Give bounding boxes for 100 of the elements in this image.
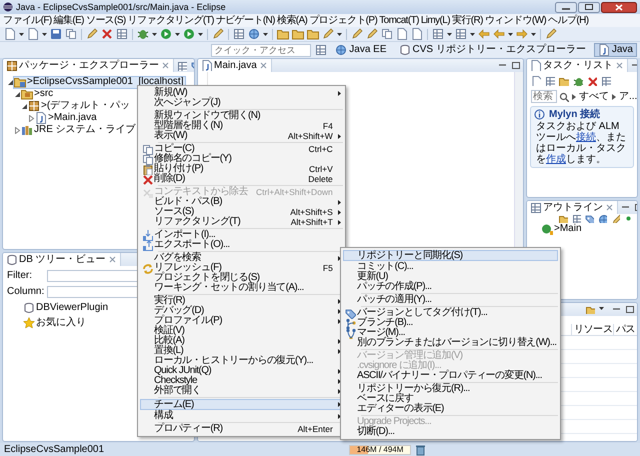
filter-link[interactable]: ア... — [619, 90, 637, 102]
menu-item[interactable]: ヘルプ(H) — [547, 14, 590, 26]
filter-link[interactable]: すべて — [579, 90, 609, 102]
link[interactable]: 接続 — [576, 132, 596, 142]
globe-icon[interactable] — [248, 28, 260, 40]
menu-item[interactable]: リファクタリング(T) Alt+Shift+T — [140, 217, 343, 227]
perspective-button[interactable]: Java — [594, 43, 637, 57]
menu-item[interactable]: 削除(D) Delete — [140, 174, 343, 184]
menu-item[interactable]: 修飾名のコピー(Y) — [140, 154, 343, 164]
tree-item[interactable]: >Main.java — [35, 112, 99, 124]
search-field[interactable]: 検索 — [531, 90, 557, 103]
menu-item[interactable]: ファイル(F) — [2, 14, 53, 26]
caret-icon[interactable] — [531, 31, 536, 37]
menu-item[interactable]: Limy(L) — [420, 14, 451, 26]
menu-item[interactable]: チーム(E) — [140, 399, 343, 410]
caret-icon[interactable] — [263, 31, 268, 37]
menu-item[interactable]: リポジトリーから復元(R)... — [343, 384, 558, 394]
menu-item[interactable]: ブランチ(B)... — [343, 318, 558, 328]
menu-item[interactable]: ウィンドウ(W) — [484, 14, 548, 26]
menu-item[interactable]: 型階層を開く(N) F4 — [140, 121, 343, 131]
tab-close-icon[interactable] — [161, 61, 170, 70]
menu-item[interactable]: プロパティー(R) Alt+Enter — [140, 424, 343, 434]
menu-item[interactable]: Quick JUnit(Q) — [140, 366, 343, 376]
maximize-icon[interactable] — [511, 61, 520, 70]
grid-icon[interactable] — [432, 28, 444, 40]
copy-icon[interactable] — [381, 28, 393, 40]
tab-close-icon[interactable] — [615, 61, 624, 70]
grid-icon[interactable] — [233, 28, 245, 40]
menu-item[interactable]: プロジェクト(P) — [308, 14, 378, 26]
menu-item[interactable]: 新規(W) — [140, 88, 343, 98]
view-tab[interactable]: タスク・リスト — [527, 59, 628, 72]
menu-item[interactable]: 貼り付け(P) Ctrl+V — [140, 164, 343, 174]
collapse-all-icon[interactable] — [177, 60, 187, 70]
menu-item[interactable]: リポジトリーと同期化(S) — [343, 250, 558, 261]
caret-icon[interactable] — [447, 31, 452, 37]
tree-item[interactable]: >(デフォルト・パッ — [28, 100, 132, 112]
view-tab[interactable]: DB ツリー・ビュー — [3, 253, 121, 266]
menu-item[interactable]: 切断(D)... — [343, 427, 558, 437]
tree-item[interactable]: >Main — [527, 223, 637, 234]
caret-icon[interactable] — [198, 31, 203, 37]
minimize-icon[interactable] — [555, 2, 577, 12]
link[interactable]: 作成 — [546, 154, 566, 164]
caret-icon[interactable] — [175, 31, 180, 37]
grid-icon[interactable] — [601, 76, 611, 86]
caret-icon[interactable] — [152, 31, 157, 37]
menu-item[interactable]: Tomcat(T) — [378, 14, 420, 26]
maximize-icon[interactable] — [625, 305, 634, 314]
menu-item[interactable]: ローカル・ヒストリーからの復元(Y)... — [140, 356, 343, 366]
tree-item[interactable]: >src — [21, 88, 56, 100]
menu-item[interactable]: インポート(I)... — [140, 230, 343, 240]
menu-item[interactable]: プロジェクトを閉じる(S) — [140, 273, 343, 283]
menu-item[interactable]: バージョンとしてタグ付け(T)... — [343, 308, 558, 318]
menu-item[interactable]: ベースに戻す — [343, 394, 558, 404]
menu-item[interactable]: ワーキング・セットの割り当て(A)... — [140, 283, 343, 293]
menu-item[interactable]: ソース(S) — [84, 14, 127, 26]
menu-item[interactable]: ソース(S) Alt+Shift+S — [140, 207, 343, 217]
menu-item[interactable]: 更新(U) — [343, 272, 558, 282]
menu-item[interactable]: コピー(C) Ctrl+C — [140, 144, 343, 154]
tree-item[interactable]: >EclipseCvsSample001 [localhost] — [14, 76, 186, 88]
column-header[interactable]: リソース — [571, 324, 613, 335]
menu-item[interactable]: ASCII/バイナリー・プロパティーの変更(N)... — [343, 371, 558, 381]
grid-icon[interactable] — [545, 76, 555, 86]
menu-item[interactable]: 新規ウィンドウで開く(N) — [140, 111, 343, 121]
menu-item[interactable]: 比較(A) — [140, 336, 343, 346]
menu-item[interactable]: コミット(C)... — [343, 262, 558, 272]
menu-item[interactable]: 表示(W) Alt+Shift+W — [140, 131, 343, 141]
menu-item[interactable]: 次へジャンプ(J) — [140, 98, 343, 108]
menu-item[interactable]: 検証(V) — [140, 326, 343, 336]
dot-icon[interactable] — [624, 214, 633, 223]
menu-item[interactable]: 編集(E) — [52, 14, 85, 26]
menu-item[interactable]: エクスポート(O)... — [140, 240, 343, 250]
tab-close-icon[interactable] — [258, 61, 268, 70]
caret-icon[interactable] — [470, 31, 475, 37]
trash-icon[interactable] — [415, 444, 426, 456]
grid-icon[interactable] — [455, 28, 467, 40]
grid-icon[interactable] — [116, 28, 128, 40]
menu-item[interactable]: 別のブランチまたはバージョンに切り替え(W)... — [343, 338, 558, 348]
menu-item[interactable]: リファクタリング(T) — [126, 14, 215, 26]
open-perspective-icon[interactable] — [315, 44, 328, 56]
menu-item[interactable]: エディターの表示(E) — [343, 404, 558, 414]
menu-item[interactable]: リフレッシュ(F) F5 — [140, 263, 343, 273]
tab-close-icon[interactable] — [108, 255, 117, 264]
grid-icon[interactable] — [572, 214, 581, 223]
maximize-icon[interactable] — [578, 2, 600, 12]
column-header[interactable]: パス — [613, 324, 637, 335]
caret-icon[interactable] — [337, 31, 342, 37]
menu-item[interactable]: ビルド・パス(B) — [140, 197, 343, 207]
view-tab[interactable]: パッケージ・エクスプローラー — [3, 59, 174, 72]
menu-item[interactable]: ナビゲート(N) — [214, 14, 276, 26]
menu-item[interactable]: 実行(R) — [140, 296, 343, 306]
close-icon[interactable] — [587, 76, 597, 86]
menu-item[interactable]: 検索(A) — [276, 14, 308, 26]
close-icon[interactable] — [601, 2, 637, 12]
menu-item[interactable]: Checkstyle — [140, 376, 343, 386]
save-icon[interactable] — [50, 28, 62, 40]
view-tab[interactable]: Main.java — [198, 59, 272, 72]
menu-item[interactable]: マージ(M)... — [343, 328, 558, 338]
menu-item[interactable]: プロファイル(P) — [140, 316, 343, 326]
menu-item[interactable]: 置換(L) — [140, 346, 343, 356]
copy-icon[interactable] — [65, 28, 77, 40]
